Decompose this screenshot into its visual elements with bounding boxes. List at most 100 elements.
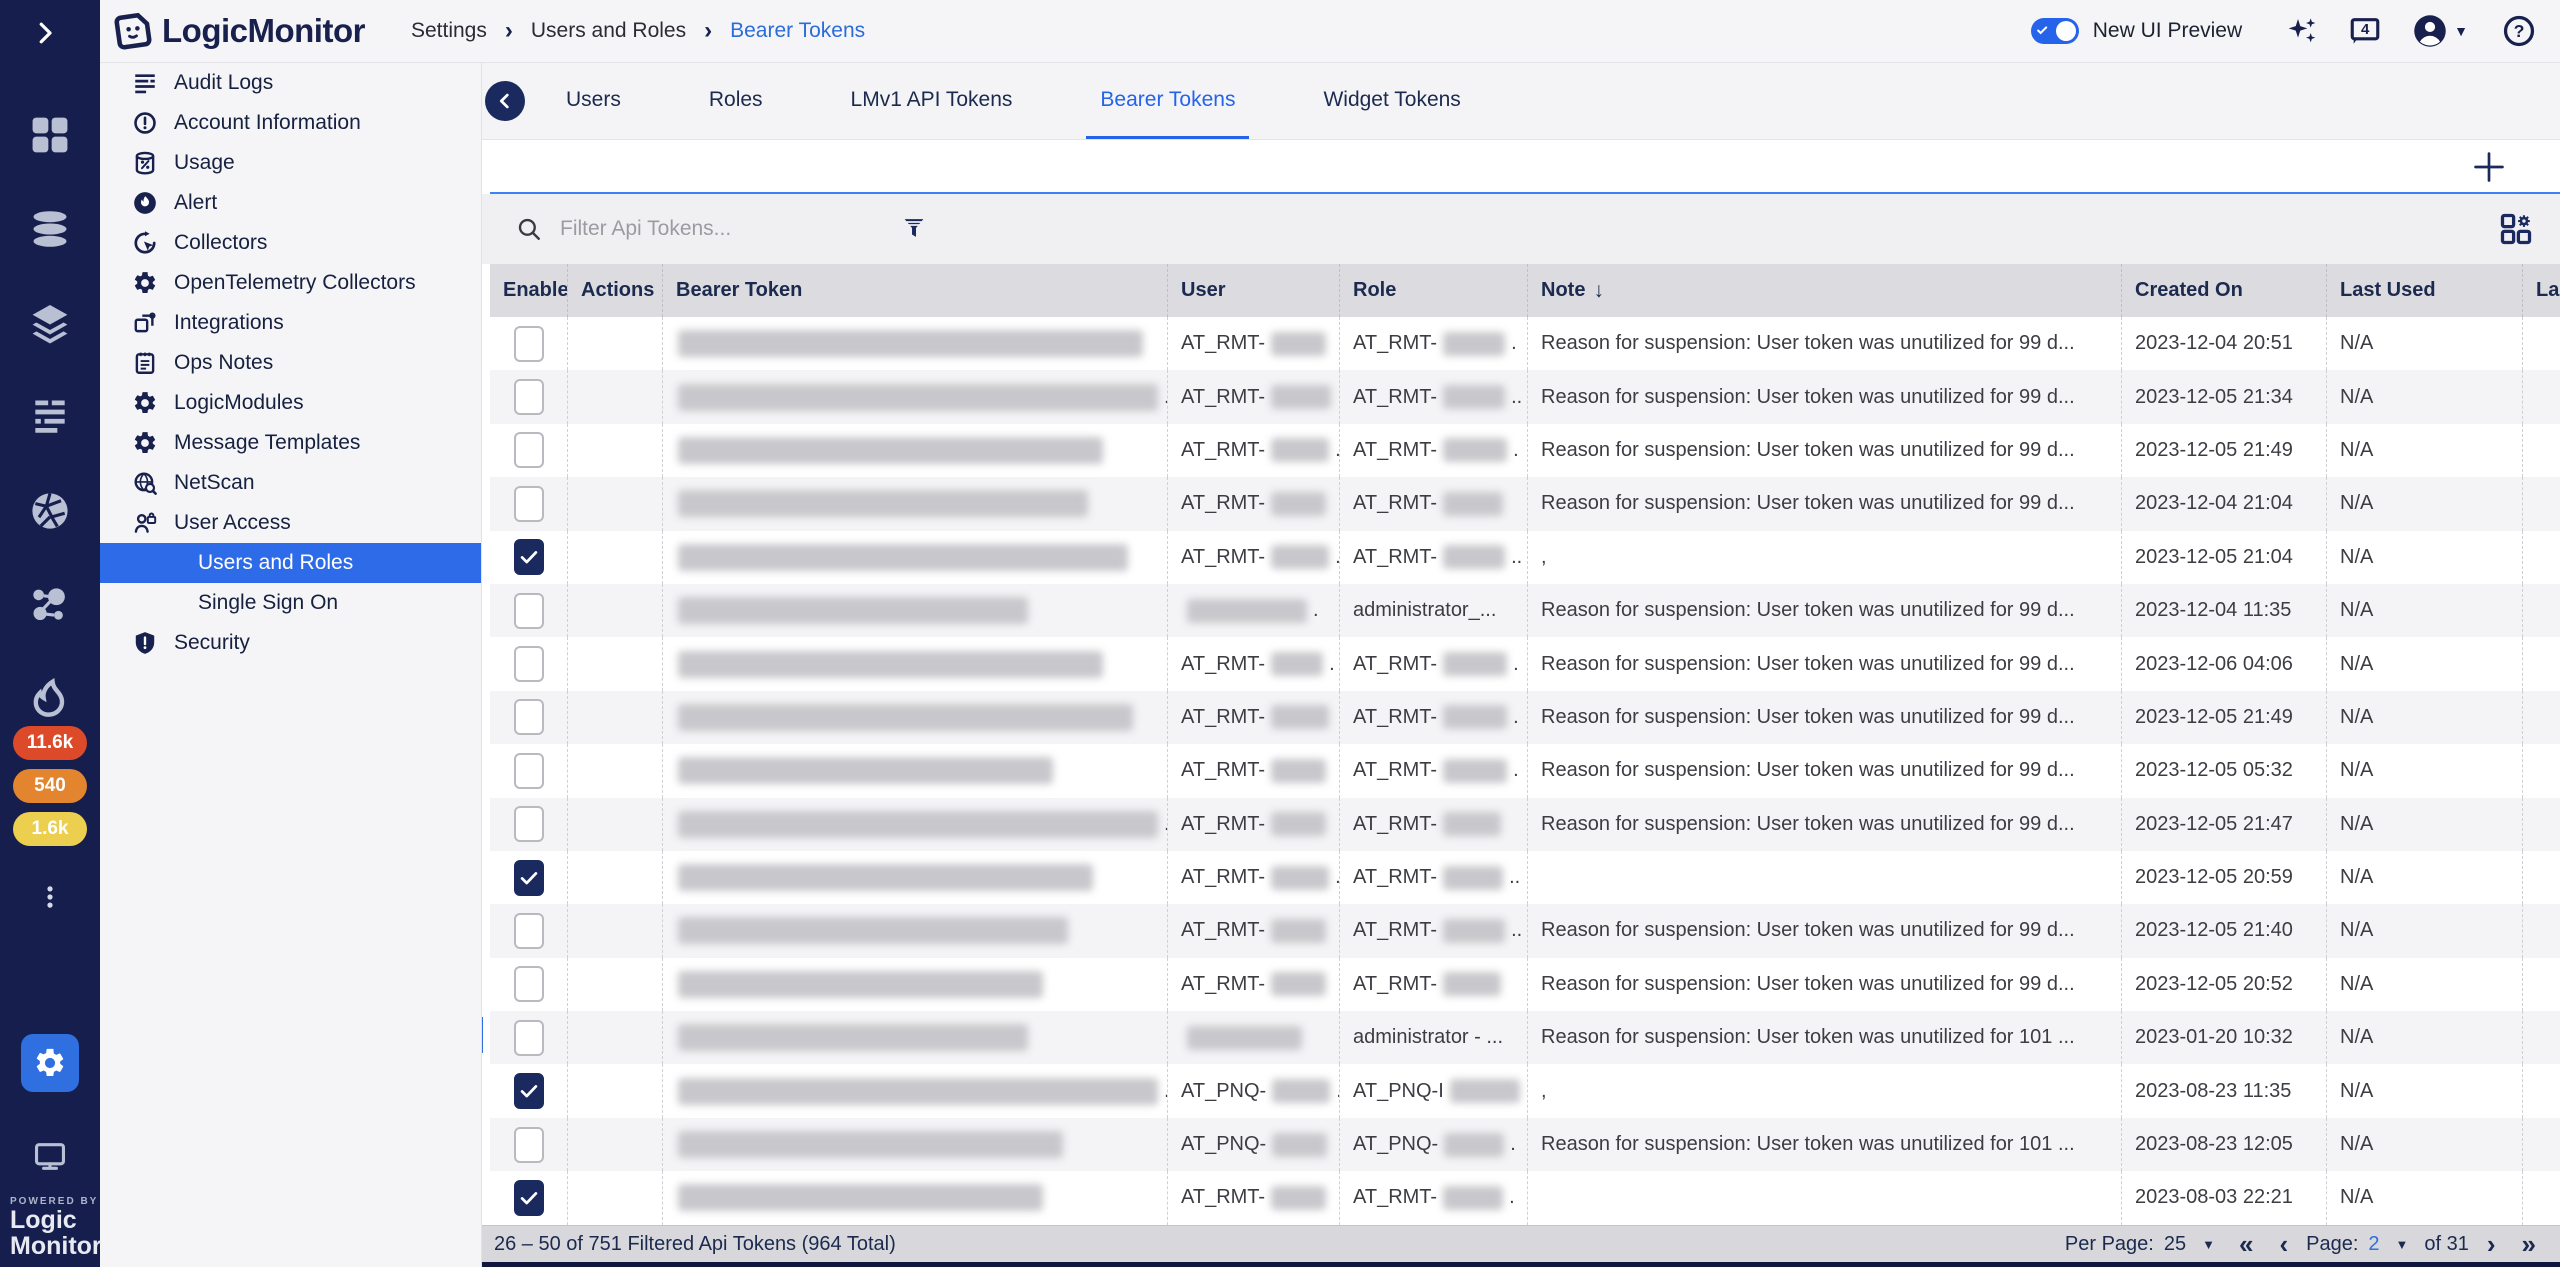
rail-mapping-icon[interactable]	[0, 558, 100, 652]
table-row[interactable]: AT_PNQ-AT_PNQ-.Reason for suspension: Us…	[490, 1118, 2560, 1171]
last-page-icon[interactable]: »	[2522, 1234, 2536, 1254]
sidebar-item-ops-notes[interactable]: Ops Notes	[100, 343, 481, 383]
table-row[interactable]: AT_RMT-AT_RMT-Reason for suspension: Use…	[490, 477, 2560, 530]
tab-widget-tokens[interactable]: Widget Tokens	[1309, 63, 1474, 139]
column-header-la[interactable]: La	[2523, 264, 2560, 317]
per-page-caret-icon[interactable]: ▼	[2202, 1237, 2215, 1252]
enable-checkbox[interactable]	[514, 379, 544, 415]
table-row[interactable]: AT_RMT-.AT_RMT-.Reason for suspension: U…	[490, 424, 2560, 477]
tab-users[interactable]: Users	[552, 63, 635, 139]
logicmonitor-logo[interactable]: LogicMonitor	[112, 10, 365, 52]
table-row[interactable]: AT_RMT-AT_RMT-.Reason for suspension: Us…	[490, 691, 2560, 744]
enable-checkbox[interactable]	[514, 966, 544, 1002]
enable-checkbox[interactable]	[514, 1020, 544, 1056]
remote-session-icon[interactable]	[0, 1128, 100, 1184]
rail-dashboards-icon[interactable]	[0, 88, 100, 182]
sidebar-item-usage[interactable]: Usage	[100, 143, 481, 183]
breadcrumb-item[interactable]: Bearer Tokens	[730, 19, 865, 43]
table-settings-icon[interactable]	[2498, 211, 2534, 247]
add-token-button[interactable]	[2470, 148, 2508, 186]
sidebar-item-account-information[interactable]: Account Information	[100, 103, 481, 143]
sidebar-item-user-access[interactable]: User Access	[100, 503, 481, 543]
table-row[interactable]: .AT_RMT-AT_RMT-Reason for suspension: Us…	[490, 798, 2560, 851]
breadcrumb-item[interactable]: Settings	[411, 19, 487, 43]
table-row[interactable]: AT_RMT-.AT_RMT-..,2023-12-05 21:04N/A	[490, 531, 2560, 584]
sidebar-item-netscan[interactable]: NetScan	[100, 463, 481, 503]
filter-tokens-input[interactable]	[560, 217, 860, 241]
table-row[interactable]: AT_RMT-AT_RMT-.2023-08-03 22:21N/A	[490, 1171, 2560, 1224]
table-row[interactable]: AT_RMT-AT_RMT-Reason for suspension: Use…	[490, 958, 2560, 1011]
table-row[interactable]: .administrator_...Reason for suspension:…	[490, 584, 2560, 637]
enable-checkbox[interactable]	[514, 432, 544, 468]
rail-modules-icon[interactable]	[0, 276, 100, 370]
enable-checkbox[interactable]	[514, 326, 544, 362]
page-caret-icon[interactable]: ▼	[2396, 1237, 2409, 1252]
expand-sidebar-icon[interactable]	[30, 18, 70, 50]
column-header-role[interactable]: Role	[1340, 264, 1528, 317]
table-row[interactable]: administrator - ...Reason for suspension…	[490, 1011, 2560, 1064]
table-row[interactable]: .AT_RMT-AT_RMT-..Reason for suspension: …	[490, 370, 2560, 423]
enable-checkbox[interactable]	[514, 593, 544, 629]
enable-checkbox[interactable]	[514, 699, 544, 735]
filter-funnel-icon[interactable]	[900, 215, 928, 243]
first-page-icon[interactable]: «	[2239, 1234, 2253, 1254]
table-row[interactable]: AT_RMT-.AT_RMT-..2023-12-05 20:59N/A	[490, 851, 2560, 904]
sidebar-item-single-sign-on[interactable]: Single Sign On	[100, 583, 481, 623]
sidebar-item-security[interactable]: Security	[100, 623, 481, 663]
enable-checkbox[interactable]	[514, 806, 544, 842]
current-page-value[interactable]: 2	[2368, 1233, 2379, 1256]
tab-bearer-tokens[interactable]: Bearer Tokens	[1086, 63, 1249, 139]
sparkles-icon[interactable]	[2286, 15, 2318, 47]
column-header-enable[interactable]: Enable	[490, 264, 568, 317]
table-row[interactable]: AT_RMT-AT_RMT-.Reason for suspension: Us…	[490, 744, 2560, 797]
tab-lmv1-api-tokens[interactable]: LMv1 API Tokens	[837, 63, 1027, 139]
table-row[interactable]: .AT_PNQ-.AT_PNQ-I...,2023-08-23 11:35N/A	[490, 1064, 2560, 1117]
settings-gear-icon[interactable]	[21, 1034, 79, 1092]
enable-checkbox[interactable]	[514, 646, 544, 682]
column-header-user[interactable]: User	[1168, 264, 1340, 317]
table-row[interactable]: AT_RMT-AT_RMT-.Reason for suspension: Us…	[490, 317, 2560, 370]
rail-resources-icon[interactable]	[0, 182, 100, 276]
sidebar-item-integrations[interactable]: Integrations	[100, 303, 481, 343]
prev-page-icon[interactable]: ‹	[2279, 1234, 2288, 1254]
sidebar-item-message-templates[interactable]: Message Templates	[100, 423, 481, 463]
table-row[interactable]: AT_RMT-.AT_RMT-.Reason for suspension: U…	[490, 637, 2560, 690]
redacted-text	[1444, 1133, 1504, 1157]
alert-count-badge[interactable]: 1.6k	[13, 812, 87, 846]
feedback-chat-icon[interactable]: 4	[2348, 14, 2382, 48]
table-row[interactable]: AT_RMT-AT_RMT-..Reason for suspension: U…	[490, 904, 2560, 957]
enable-checkbox[interactable]	[514, 1127, 544, 1163]
column-header-bearer-token[interactable]: Bearer Token	[663, 264, 1168, 317]
avatar-icon[interactable]	[2412, 13, 2448, 49]
sidebar-item-users-and-roles[interactable]: Users and Roles	[100, 543, 481, 583]
alert-count-badge[interactable]: 540	[13, 769, 87, 803]
rail-websites-icon[interactable]	[0, 464, 100, 558]
tab-roles[interactable]: Roles	[695, 63, 777, 139]
rail-logs-icon[interactable]	[0, 370, 100, 464]
enable-checkbox[interactable]	[514, 486, 544, 522]
enable-checkbox[interactable]	[514, 1073, 544, 1109]
column-header-actions[interactable]: Actions	[568, 264, 663, 317]
sidebar-item-audit-logs[interactable]: Audit Logs	[100, 63, 481, 103]
new-ui-preview-toggle[interactable]	[2031, 18, 2079, 44]
enable-checkbox[interactable]	[514, 753, 544, 789]
sidebar-item-logicmodules[interactable]: LogicModules	[100, 383, 481, 423]
sidebar-item-alert[interactable]: Alert	[100, 183, 481, 223]
sidebar-item-collectors[interactable]: Collectors	[100, 223, 481, 263]
column-header-last-used[interactable]: Last Used	[2327, 264, 2523, 317]
breadcrumb-item[interactable]: Users and Roles	[531, 19, 686, 43]
column-header-created-on[interactable]: Created On	[2122, 264, 2327, 317]
next-page-icon[interactable]: ›	[2487, 1234, 2496, 1254]
sidebar-item-opentelemetry-collectors[interactable]: OpenTelemetry Collectors	[100, 263, 481, 303]
alert-count-badge[interactable]: 11.6k	[13, 726, 87, 760]
per-page-value[interactable]: 25	[2164, 1233, 2186, 1256]
enable-checkbox[interactable]	[514, 539, 544, 575]
more-kebab-icon[interactable]	[0, 872, 100, 922]
column-header-note[interactable]: Note↓	[1528, 264, 2122, 317]
enable-checkbox[interactable]	[514, 860, 544, 896]
enable-checkbox[interactable]	[514, 1180, 544, 1216]
help-icon[interactable]: ?	[2502, 14, 2536, 48]
enable-checkbox[interactable]	[514, 913, 544, 949]
collapse-sidebar-icon[interactable]	[485, 81, 525, 121]
caret-down-icon[interactable]: ▼	[2454, 23, 2468, 39]
